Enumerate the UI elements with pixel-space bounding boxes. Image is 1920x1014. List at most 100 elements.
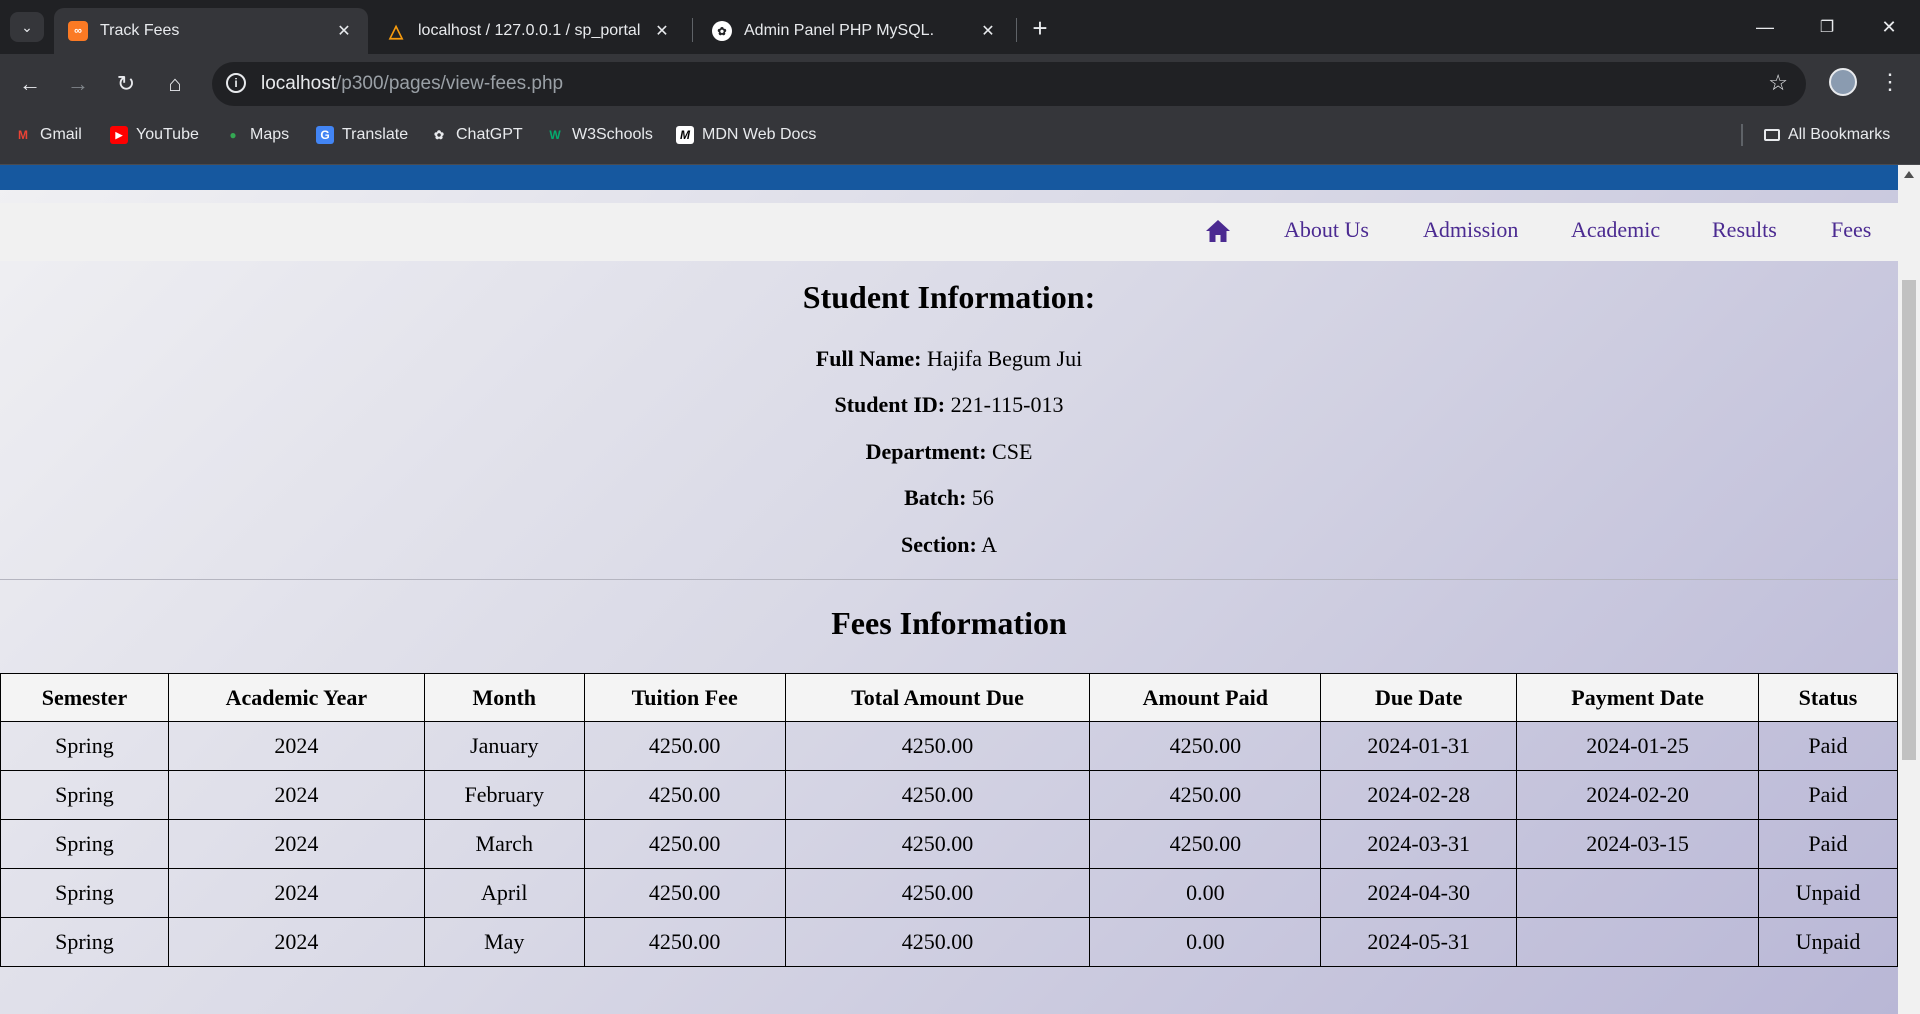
table-cell: May — [423, 917, 585, 967]
column-header: Status — [1757, 673, 1898, 722]
w3schools-icon: W — [549, 128, 561, 142]
bookmark-star-icon[interactable]: ☆ — [1768, 70, 1788, 96]
table-cell: 2024-05-31 — [1320, 917, 1518, 967]
tab-admin-panel[interactable]: ✿ Admin Panel PHP MySQL. ✕ — [698, 8, 1012, 54]
mdn-icon: M — [676, 126, 694, 144]
xampp-icon: ∞ — [68, 21, 88, 41]
table-cell: 0.00 — [1089, 917, 1322, 967]
table-cell: 4250.00 — [583, 819, 786, 869]
table-cell: Spring — [0, 868, 169, 918]
table-cell: 2024 — [167, 819, 425, 869]
minimize-button[interactable]: — — [1742, 8, 1788, 46]
forward-button[interactable]: → — [60, 66, 96, 102]
bookmark-label: W3Schools — [572, 126, 653, 143]
table-cell: 4250.00 — [784, 721, 1091, 771]
home-outline-icon: ⌂ — [168, 71, 182, 96]
nav-results[interactable]: Results — [1712, 217, 1777, 243]
close-icon[interactable]: ✕ — [334, 21, 354, 41]
new-tab-button[interactable]: + — [1024, 12, 1056, 44]
table-cell: 4250.00 — [1089, 721, 1322, 771]
home-icon[interactable] — [1205, 219, 1231, 243]
table-cell: 2024 — [167, 917, 425, 967]
department-label: Department: — [865, 439, 987, 464]
column-header: Month — [423, 673, 585, 722]
table-cell: 2024 — [167, 770, 425, 820]
bookmark-youtube[interactable]: ▶ YouTube — [110, 116, 199, 154]
section-label: Section: — [901, 532, 977, 557]
batch-label: Batch: — [904, 485, 967, 510]
table-cell: March — [423, 819, 585, 869]
table-cell — [1516, 917, 1759, 967]
window-close-button[interactable]: ✕ — [1866, 8, 1912, 46]
table-cell: 4250.00 — [583, 770, 786, 820]
restore-button[interactable]: ❐ — [1804, 8, 1850, 46]
url-path: /p300/pages/view-fees.php — [336, 73, 564, 94]
table-cell: 0.00 — [1089, 868, 1322, 918]
gmail-icon: M — [18, 128, 28, 142]
table-cell: Unpaid — [1757, 868, 1898, 918]
youtube-icon: ▶ — [110, 126, 128, 144]
nav-academic[interactable]: Academic — [1571, 217, 1660, 243]
home-button[interactable]: ⌂ — [157, 66, 193, 102]
browser-toolbar: ← → ↻ ⌂ i localhost/p300/pages/view-fees… — [0, 54, 1920, 116]
scroll-up-arrow-icon[interactable] — [1904, 171, 1914, 178]
profile-avatar[interactable] — [1829, 68, 1857, 96]
page-scrollbar[interactable] — [1898, 165, 1920, 1014]
column-header: Academic Year — [167, 673, 425, 722]
close-icon[interactable]: ✕ — [978, 21, 998, 41]
column-header: Tuition Fee — [583, 673, 786, 722]
header-bar — [0, 165, 1898, 190]
reload-button[interactable]: ↻ — [108, 66, 144, 102]
browser-menu-icon[interactable]: ⋮ — [1879, 66, 1901, 98]
table-row: Spring 2024 May 4250.00 4250.00 0.00 2024-05-3… — [0, 917, 1898, 967]
bookmark-translate[interactable]: G Translate — [316, 116, 408, 154]
address-bar[interactable]: i localhost/p300/pages/view-fees.php ☆ — [212, 62, 1806, 106]
table-cell: 2024-02-20 — [1516, 770, 1759, 820]
bookmark-label: Translate — [342, 126, 409, 143]
table-cell: 2024-04-30 — [1320, 868, 1518, 918]
top-nav: About Us Admission Academic Results Fees — [0, 203, 1898, 261]
bookmark-gmail[interactable]: M Gmail — [14, 116, 82, 154]
page-viewport: About Us Admission Academic Results Fees… — [0, 165, 1898, 1014]
column-header: Payment Date — [1516, 673, 1759, 722]
tab-title: Track Fees — [100, 22, 180, 39]
table-cell: Paid — [1757, 819, 1898, 869]
table-row: Spring 2024 March 4250.00 4250.00 4250.00 2024… — [0, 819, 1898, 869]
bookmark-maps[interactable]: ● Maps — [224, 116, 289, 154]
table-cell: Spring — [0, 917, 169, 967]
column-header: Semester — [0, 673, 169, 722]
tab-title: Admin Panel PHP MySQL. — [744, 22, 935, 39]
column-header: Total Amount Due — [784, 673, 1091, 722]
column-header: Amount Paid — [1089, 673, 1322, 722]
table-cell: 2024-01-31 — [1320, 721, 1518, 771]
back-button[interactable]: ← — [12, 66, 48, 102]
table-cell: Paid — [1757, 770, 1898, 820]
table-cell: 4250.00 — [784, 868, 1091, 918]
maps-pin-icon: ● — [229, 128, 237, 142]
section-value: A — [981, 532, 997, 557]
close-icon[interactable]: ✕ — [652, 21, 672, 41]
chevron-down-icon: ⌄ — [21, 18, 33, 35]
table-cell: 4250.00 — [784, 770, 1091, 820]
table-cell: 4250.00 — [1089, 819, 1322, 869]
tab-phpmyadmin[interactable]: △ localhost / 127.0.0.1 / sp_portal ✕ — [372, 8, 686, 54]
bookmark-mdn[interactable]: M MDN Web Docs — [676, 116, 816, 154]
scrollbar-thumb[interactable] — [1902, 280, 1916, 760]
tab-separator — [692, 18, 693, 42]
nav-fees[interactable]: Fees — [1831, 217, 1871, 243]
tab-search-button[interactable]: ⌄ — [10, 12, 44, 42]
tab-track-fees[interactable]: ∞ Track Fees ✕ — [54, 8, 368, 54]
fees-info-heading: Fees Information — [831, 605, 1067, 641]
table-row: Spring 2024 January 4250.00 4250.00 4250.00 20… — [0, 721, 1898, 771]
bookmark-w3schools[interactable]: W W3Schools — [546, 116, 653, 154]
bookmarks-separator — [1741, 124, 1743, 146]
student-id-value: 221-115-013 — [950, 392, 1064, 417]
tab-title: localhost / 127.0.0.1 / sp_portal — [418, 22, 641, 39]
nav-admission[interactable]: Admission — [1423, 217, 1518, 243]
tab-separator — [1016, 18, 1017, 42]
all-bookmarks-button[interactable]: All Bookmarks — [1764, 116, 1890, 154]
bookmark-chatgpt[interactable]: ✿ ChatGPT — [430, 116, 523, 154]
table-cell: 4250.00 — [583, 917, 786, 967]
site-info-icon[interactable]: i — [226, 73, 246, 93]
nav-about-us[interactable]: About Us — [1284, 217, 1369, 243]
